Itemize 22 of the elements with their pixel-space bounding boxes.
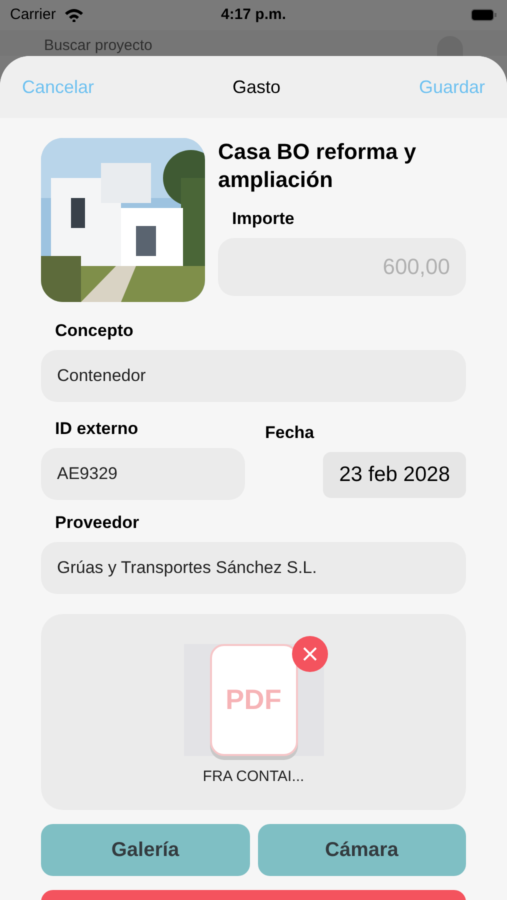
supplier-field[interactable]: Grúas y Transportes Sánchez S.L. (41, 542, 466, 594)
project-title: Casa BO reforma y ampliación (218, 138, 418, 194)
date-label: Fecha (265, 423, 314, 442)
file-name: FRA CONTAI... (202, 767, 304, 787)
action-button[interactable]: Galería (41, 824, 250, 876)
date-picker[interactable]: 23 feb 2028 (323, 452, 466, 498)
action-button[interactable]: Cámara (258, 824, 466, 876)
external-id-label: ID externo (55, 419, 138, 438)
supplier-label: Proveedor (55, 513, 140, 532)
sheet-title: Gasto (232, 76, 281, 98)
carrier-label: Carrier (10, 4, 56, 25)
clock: 4:17 p.m. (220, 4, 286, 25)
search-field[interactable]: Buscar proyecto (0, 30, 507, 56)
battery-icon (471, 9, 497, 21)
concept-field[interactable]: Contenedor (41, 350, 466, 402)
wifi-icon (64, 8, 84, 22)
amount-field[interactable]: 600,00 (218, 238, 466, 296)
amount-label: Importe (232, 209, 294, 228)
concept-label: Concepto (55, 321, 134, 340)
external-id-field[interactable]: AE9329 (41, 448, 245, 500)
remove-button[interactable] (292, 636, 328, 672)
close-icon (302, 647, 316, 661)
